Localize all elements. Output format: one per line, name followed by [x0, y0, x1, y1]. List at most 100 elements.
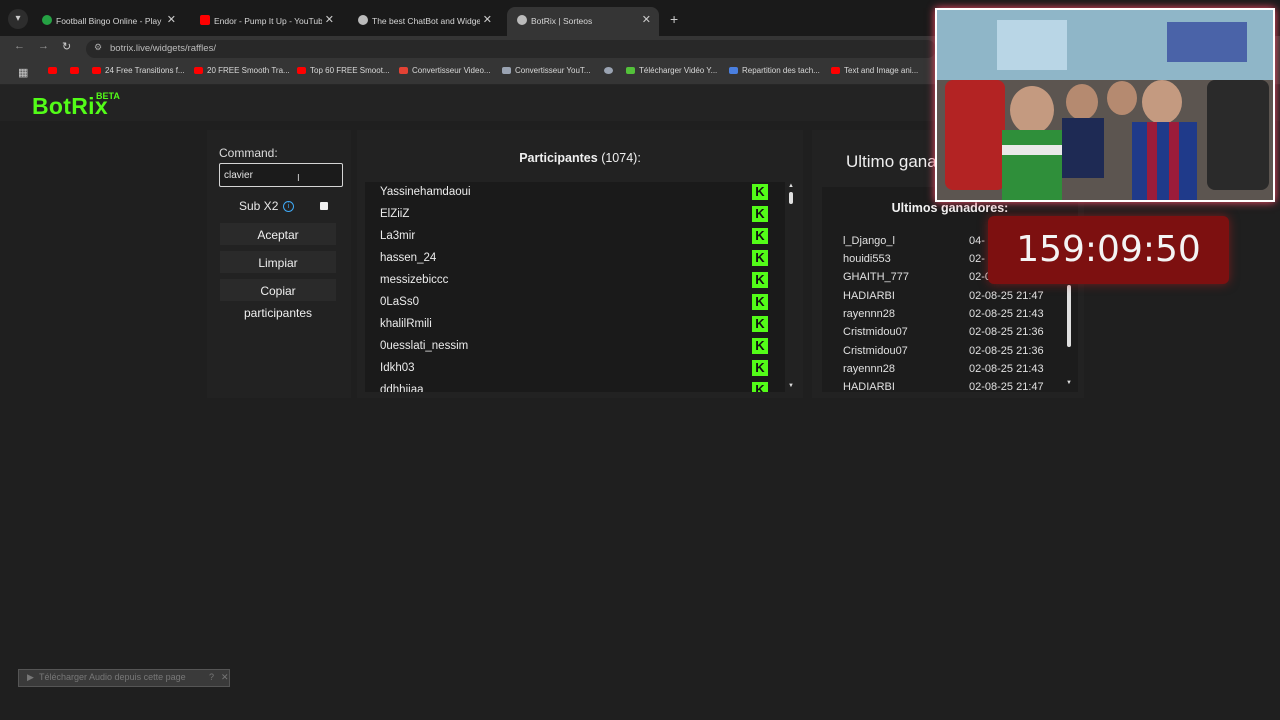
clear-button[interactable]: Limpiar — [220, 251, 336, 273]
bookmark-item[interactable]: 20 FREE Smooth Tra... — [194, 66, 290, 75]
botrix-favicon-icon — [517, 15, 527, 25]
kick-icon: K — [752, 184, 768, 200]
winner-date: 02-08-25 21:47 — [969, 290, 1044, 302]
football-bingo-favicon-icon — [42, 15, 52, 25]
winner-name: rayennn28 — [843, 308, 895, 320]
info-icon[interactable]: i — [283, 201, 294, 212]
command-input[interactable] — [219, 163, 343, 187]
bookmark-item[interactable]: Repartition des tach... — [729, 66, 820, 75]
winner-name: rayennn28 — [843, 363, 895, 375]
download-audio-label: Télécharger Audio depuis cette page — [39, 672, 186, 682]
winner-name: l_Django_l — [843, 235, 895, 247]
bookmark-label: 24 Free Transitions f... — [105, 66, 185, 75]
bookmark-item[interactable]: Télécharger Vidéo Y... — [626, 66, 717, 75]
participants-title-text: Participantes — [519, 151, 598, 165]
bookmark-item[interactable]: Text and Image ani... — [831, 66, 918, 75]
close-tab-icon[interactable]: ✕ — [642, 13, 651, 26]
participants-scrollbar-thumb[interactable] — [789, 192, 793, 204]
kick-icon: K — [752, 382, 768, 392]
back-icon[interactable]: ← — [14, 40, 25, 52]
winner-name: houidi553 — [843, 253, 891, 265]
kick-icon: K — [752, 338, 768, 354]
participant-name: messizebiccc — [380, 274, 449, 286]
text-cursor-icon: I — [297, 173, 300, 184]
participant-name: ElZiiZ — [380, 208, 410, 220]
participant-name: 0uesslati_nessim — [380, 340, 469, 352]
tab-search-button[interactable]: ▾ — [8, 9, 28, 29]
tab-title: The best ChatBot and Widgets — [372, 16, 480, 26]
scroll-down-icon[interactable]: ▼ — [788, 383, 794, 389]
winner-row-clipped: HADIARBI 02-08-25 21:47 — [822, 380, 1068, 392]
participants-list[interactable]: Yassinehamdaoui K ElZiiZ K La3mir K hass… — [365, 182, 785, 392]
tab-title: Football Bingo Online - Play Now — [56, 16, 164, 26]
bookmark-label: Convertisseur Video... — [412, 66, 491, 75]
participant-name: Idkh03 — [380, 362, 415, 374]
participant-name: La3mir — [380, 230, 416, 242]
bookmark-label: Convertisseur YouT... — [515, 66, 591, 75]
help-icon[interactable]: ? — [209, 672, 214, 682]
kick-icon: K — [752, 272, 768, 288]
winner-date: 04- — [969, 235, 985, 247]
site-info-icon[interactable]: ⚙ — [94, 42, 102, 53]
bookmark-item[interactable] — [70, 66, 83, 75]
bookmark-label: Télécharger Vidéo Y... — [639, 66, 718, 75]
webcam-image — [937, 10, 1273, 200]
kick-icon: K — [752, 228, 768, 244]
kick-icon: K — [752, 316, 768, 332]
bookmark-item[interactable] — [604, 66, 617, 75]
close-tab-icon[interactable]: ✕ — [483, 13, 492, 26]
winner-date: 02- — [969, 253, 985, 265]
beta-badge: BETA — [96, 91, 120, 101]
new-tab-icon[interactable]: + — [670, 11, 678, 27]
url-text: botrix.live/widgets/raffles/ — [110, 43, 216, 54]
tab-chatbot[interactable]: The best ChatBot and Widgets ✕ — [348, 7, 500, 36]
reload-icon[interactable]: ↻ — [62, 40, 71, 53]
bookmark-item[interactable]: 24 Free Transitions f... — [92, 66, 185, 75]
kick-icon: K — [752, 294, 768, 310]
close-icon[interactable]: ✕ — [221, 672, 229, 683]
accept-button[interactable]: Aceptar — [220, 223, 336, 245]
command-label: Command: — [219, 146, 278, 160]
tab-football-bingo[interactable]: Football Bingo Online - Play Now ✕ — [32, 7, 184, 36]
scroll-down-icon[interactable]: ▼ — [1066, 380, 1072, 386]
scroll-up-icon[interactable]: ▲ — [788, 183, 794, 189]
apps-grid-icon[interactable]: ▦ — [18, 66, 28, 79]
sub-x2-label: Sub X2 — [239, 199, 279, 213]
winner-name: Cristmidou07 — [843, 326, 908, 338]
winners-scrollbar-thumb[interactable] — [1067, 285, 1071, 347]
winner-date: 02-08-25 21:47 — [969, 381, 1044, 392]
winner-name: Cristmidou07 — [843, 345, 908, 357]
winner-name: GHAITH_777 — [843, 271, 910, 283]
winner-date: 02-08-25 21:43 — [969, 308, 1044, 320]
forward-icon[interactable]: → — [38, 40, 49, 52]
bookmark-youtube[interactable] — [48, 66, 61, 75]
copy-participants-button[interactable]: Copiar participantes — [220, 279, 336, 320]
bookmark-item[interactable]: Convertisseur Video... — [399, 66, 491, 75]
address-bar[interactable]: ⚙ botrix.live/widgets/raffles/ — [86, 40, 936, 58]
countdown-timer: 159:09:50 — [988, 216, 1229, 284]
download-audio-bar[interactable]: ▶ Télécharger Audio depuis cette page ? … — [18, 669, 230, 687]
winner-date: 02-08-25 21:36 — [969, 345, 1044, 357]
last-winner-heading: Ultimo gana — [846, 152, 937, 171]
webcam-overlay — [935, 8, 1275, 202]
winner-name: HADIARBI — [843, 381, 895, 392]
tab-botrix-sorteos[interactable]: BotRix | Sorteos ✕ — [507, 7, 659, 36]
bookmark-label: Top 60 FREE Smoot... — [310, 66, 390, 75]
kick-icon: K — [752, 206, 768, 222]
participant-name: khalilRmili — [380, 318, 432, 330]
bookmark-label: Repartition des tach... — [742, 66, 820, 75]
bookmark-item[interactable]: Convertisseur YouT... — [502, 66, 591, 75]
participant-name: 0LaSs0 — [380, 296, 420, 308]
tab-title: BotRix | Sorteos — [531, 16, 593, 26]
close-tab-icon[interactable]: ✕ — [167, 13, 176, 26]
youtube-favicon-icon — [200, 15, 210, 25]
tab-youtube[interactable]: Endor - Pump It Up - YouTube ✕ — [190, 7, 342, 36]
bookmark-item[interactable]: Top 60 FREE Smoot... — [297, 66, 390, 75]
participant-name: Yassinehamdaoui — [380, 186, 471, 198]
participant-name: hassen_24 — [380, 252, 437, 264]
kick-icon: K — [752, 360, 768, 376]
close-tab-icon[interactable]: ✕ — [325, 13, 334, 26]
winner-date: 02-08-25 21:43 — [969, 363, 1044, 375]
sub-x2-checkbox[interactable] — [320, 202, 328, 210]
winners-title: Ultimos ganadores: — [891, 201, 1009, 215]
